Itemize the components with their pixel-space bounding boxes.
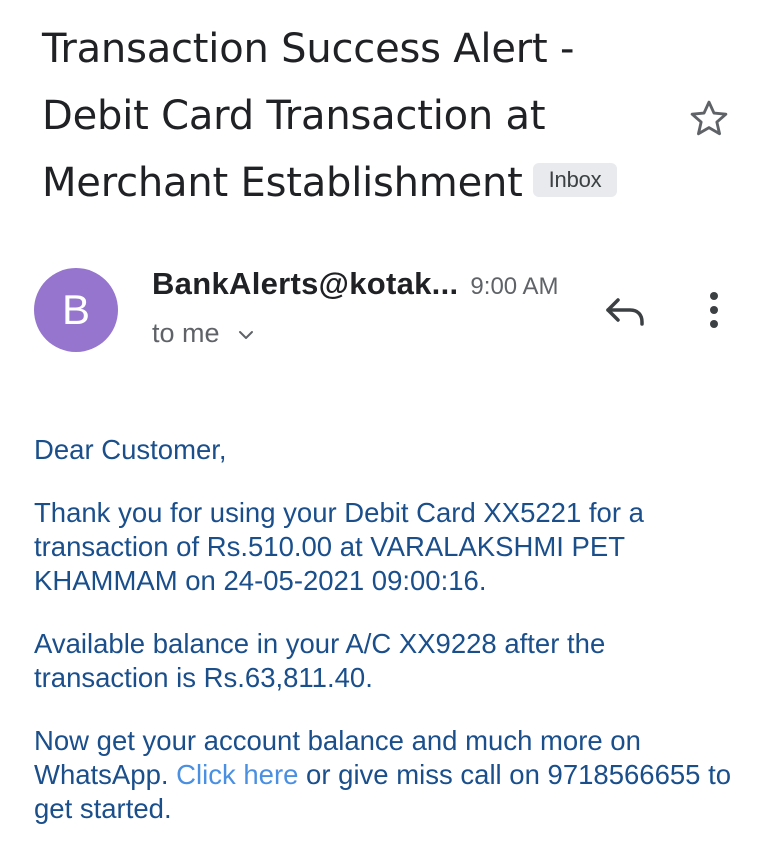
sender-name[interactable]: BankAlerts@kotak... — [152, 266, 458, 301]
sender-row: BankAlerts@kotak... 9:00 AM — [152, 266, 558, 302]
email-body: Dear Customer, Thank you for using your … — [34, 433, 734, 855]
star-icon[interactable] — [686, 96, 732, 142]
click-here-link[interactable]: Click here — [176, 759, 298, 790]
transaction-paragraph: Thank you for using your Debit Card XX52… — [34, 497, 644, 596]
recipient-label: to me — [152, 318, 220, 348]
avatar-letter: B — [61, 286, 90, 333]
balance-paragraph: Available balance in your A/C XX9228 aft… — [34, 628, 606, 693]
greeting: Dear Customer, — [34, 434, 227, 465]
email-subject: Transaction Success Alert - Debit Card T… — [42, 16, 682, 217]
subject-header: Transaction Success Alert - Debit Card T… — [42, 16, 682, 217]
subject-text: Transaction Success Alert - Debit Card T… — [42, 26, 575, 206]
more-vert-icon[interactable] — [692, 288, 736, 332]
recipient-details-toggle[interactable]: to me — [152, 318, 256, 349]
whatsapp-paragraph: Now get your account balance and much mo… — [34, 724, 734, 826]
reply-icon[interactable] — [600, 290, 648, 338]
inbox-label-chip[interactable]: Inbox — [532, 163, 618, 197]
sender-avatar[interactable]: B — [34, 268, 118, 352]
received-time: 9:00 AM — [470, 273, 559, 300]
chevron-down-icon — [238, 330, 253, 339]
